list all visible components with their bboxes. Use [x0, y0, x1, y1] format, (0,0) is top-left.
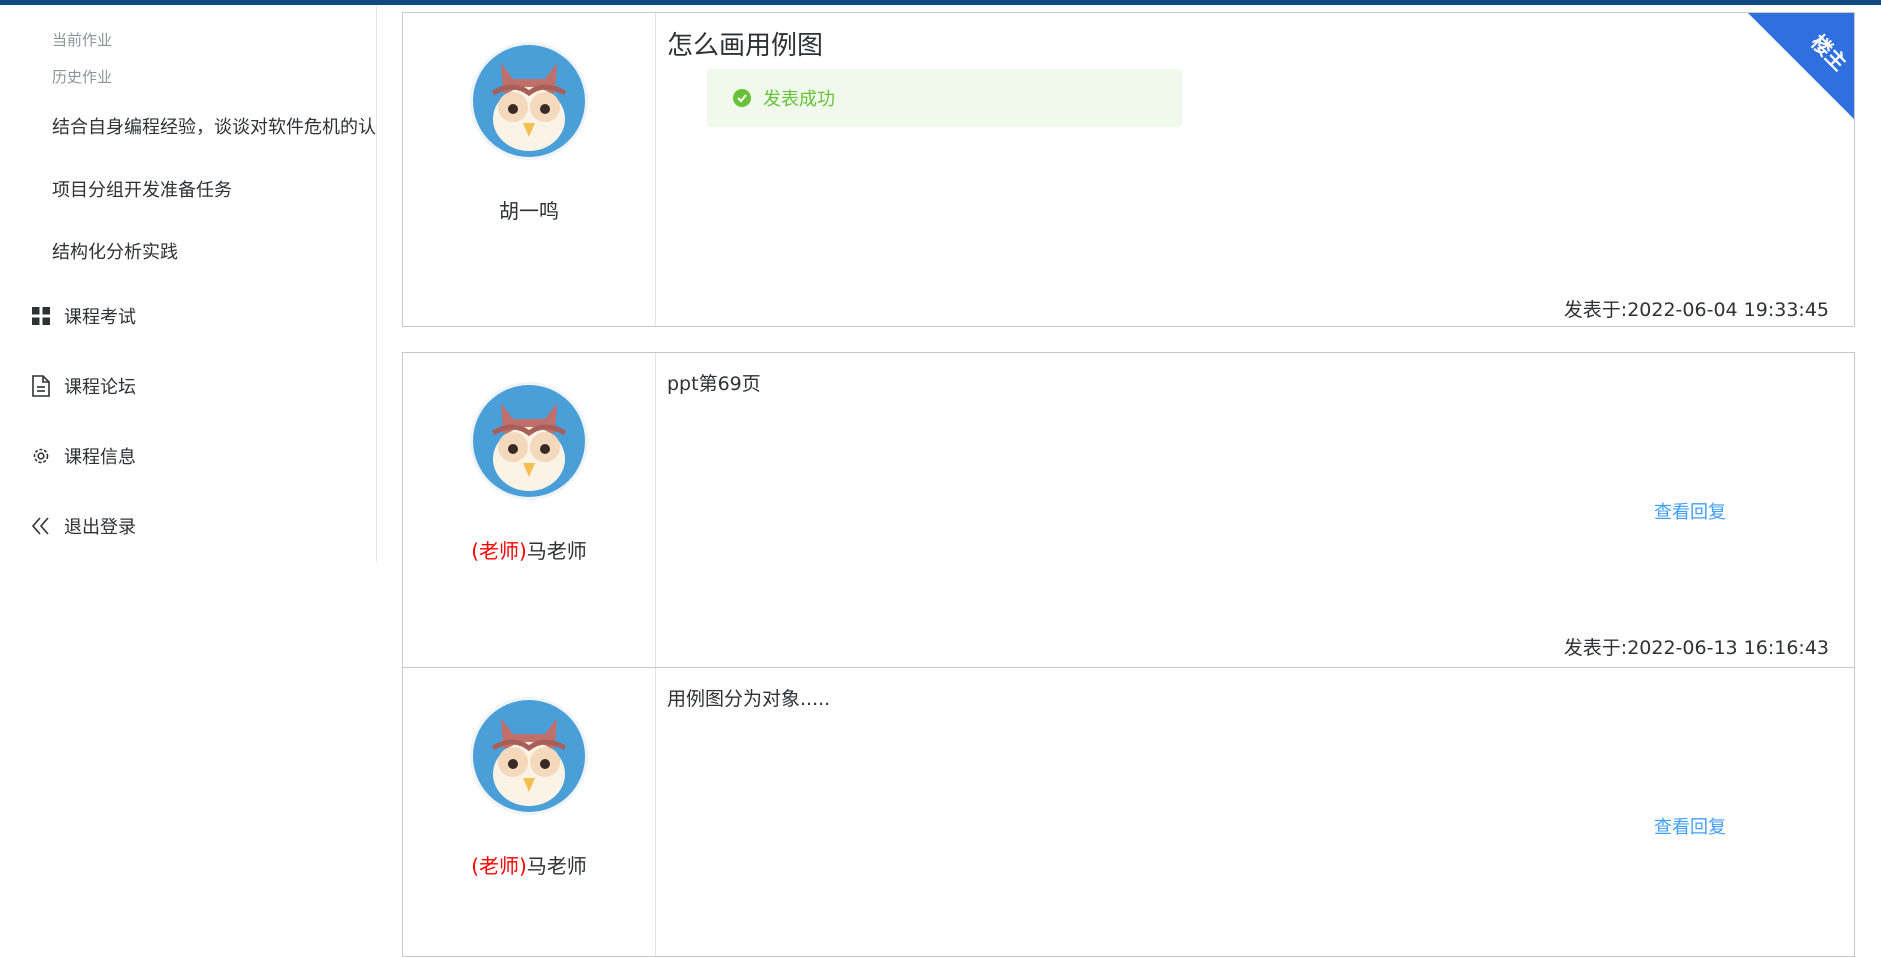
sidebar-item-info[interactable]: 课程信息 — [30, 441, 136, 471]
gear-icon — [30, 445, 52, 467]
sidebar: 当前作业 历史作业 结合自身编程经验，谈谈对软件危机的认识 项目分组开发准备任务… — [0, 5, 377, 562]
post-author-panel: 胡一鸣 — [403, 13, 656, 326]
owl-avatar-icon — [470, 697, 588, 815]
sidebar-item-exam[interactable]: 课程考试 — [30, 301, 136, 331]
owner-badge: 楼主 — [1748, 13, 1854, 119]
sidebar-item-homework-3[interactable]: 结构化分析实践 — [52, 238, 178, 264]
post-author-panel: (老师)马老师 — [403, 353, 656, 667]
post-time: 发表于:2022-06-13 16:16:43 — [1563, 637, 1829, 659]
author-name: 胡一鸣 — [499, 199, 559, 223]
sidebar-item-homework-2[interactable]: 项目分组开发准备任务 — [52, 176, 232, 202]
sidebar-item-label: 退出登录 — [64, 517, 136, 538]
document-icon — [30, 375, 52, 397]
author-name-text: 马老师 — [526, 854, 587, 878]
author-name: (老师)马老师 — [403, 535, 655, 564]
sidebar-item-homework-1[interactable]: 结合自身编程经验，谈谈对软件危机的认识 — [52, 113, 376, 139]
sidebar-item-label: 课程论坛 — [64, 377, 136, 398]
double-chevron-left-icon — [30, 515, 52, 537]
view-reply-link[interactable]: 查看回复 — [1654, 813, 1726, 839]
teacher-tag: (老师) — [471, 854, 527, 878]
sidebar-item-label: 课程信息 — [64, 447, 136, 468]
owl-avatar-icon — [470, 382, 588, 500]
author-name: (老师)马老师 — [403, 850, 655, 879]
thread-post: 胡一鸣 怎么画用例图 发表成功 楼主 发表于:2022-06-04 19:33:… — [402, 12, 1855, 327]
view-reply-link[interactable]: 查看回复 — [1654, 498, 1726, 524]
group-title-history: 历史作业 — [52, 68, 113, 86]
grid-icon — [30, 305, 52, 327]
success-alert: 发表成功 — [707, 69, 1182, 127]
post-body: 用例图分为对象..... — [667, 688, 831, 710]
success-alert-text: 发表成功 — [763, 89, 835, 110]
reply-post: (老师)马老师 ppt第69页 查看回复 发表于:2022-06-13 16:1… — [402, 352, 1855, 668]
post-author-panel: (老师)马老师 — [403, 668, 656, 956]
teacher-tag: (老师) — [471, 539, 527, 563]
check-circle-icon — [733, 89, 751, 107]
sidebar-item-forum[interactable]: 课程论坛 — [30, 371, 136, 401]
post-time: 发表于:2022-06-04 19:33:45 — [1563, 299, 1829, 321]
post-body: ppt第69页 — [667, 373, 761, 395]
thread-title: 怎么画用例图 — [667, 31, 824, 61]
sidebar-item-label: 课程考试 — [64, 307, 136, 328]
group-title-current: 当前作业 — [52, 31, 113, 49]
reply-post: (老师)马老师 用例图分为对象..... 查看回复 — [402, 667, 1855, 957]
owl-avatar-icon — [470, 42, 588, 160]
author-name-text: 马老师 — [526, 539, 587, 563]
sidebar-item-logout[interactable]: 退出登录 — [30, 511, 136, 541]
